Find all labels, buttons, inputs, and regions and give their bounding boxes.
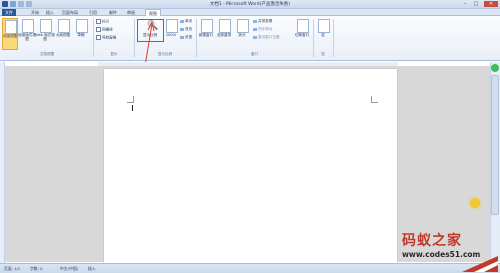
title-bar: 文档1 - Microsoft Word(产品激活失败) – □ ✕ — [0, 0, 500, 9]
outline-icon — [58, 19, 70, 33]
word-count[interactable]: 字数: 0 — [30, 266, 43, 272]
web-icon — [40, 19, 52, 33]
synchronous-scrolling-button[interactable]: 同步滚动 — [253, 27, 272, 32]
macros-icon — [318, 19, 330, 33]
close-button[interactable]: ✕ — [484, 1, 498, 7]
separator — [333, 19, 334, 57]
switch-windows-icon — [297, 19, 309, 33]
side-by-side-icon — [253, 19, 257, 23]
ruler-label: 标尺 — [102, 19, 110, 24]
web-layout-button[interactable]: Web 版式视图 — [35, 18, 55, 48]
navigation-pane-label: 导航窗格 — [102, 35, 117, 40]
insert-mode[interactable]: 插入 — [88, 266, 96, 272]
two-pages-button[interactable]: 双页 — [180, 27, 192, 32]
gridlines-checkbox[interactable]: 网格线 — [96, 27, 113, 32]
crop-mark-top-right — [371, 96, 378, 103]
one-page-label: 单页 — [185, 19, 193, 23]
checkbox-icon — [96, 35, 101, 40]
lightbulb-icon — [470, 198, 480, 208]
new-window-button[interactable]: 新建窗口 — [199, 18, 213, 48]
tab-insert[interactable]: 插入 — [45, 9, 55, 16]
navigation-pane-checkbox[interactable]: 导航窗格 — [96, 35, 116, 40]
reading-icon — [22, 19, 34, 33]
split-icon — [237, 19, 249, 33]
document-page[interactable] — [104, 69, 397, 264]
arrange-all-button[interactable]: 全部重排 — [217, 18, 231, 48]
split-button[interactable]: 拆分 — [235, 18, 249, 48]
draft-label: 草稿 — [77, 33, 85, 37]
reset-window-position-button[interactable]: 重设窗口位置 — [253, 35, 280, 40]
macros-label: 宏 — [321, 33, 325, 37]
arrange-all-icon — [219, 19, 231, 33]
draft-button[interactable]: 草稿 — [74, 18, 88, 48]
hundred-percent-icon — [166, 19, 178, 33]
two-pages-label: 双页 — [185, 27, 193, 31]
page-icon — [5, 20, 17, 34]
hundred-percent-button[interactable]: 100% — [164, 18, 178, 48]
window-title: 文档1 - Microsoft Word(产品激活失败) — [209, 2, 291, 7]
text-cursor — [132, 105, 133, 111]
full-screen-reading-label: 阅读版式视图 — [18, 33, 36, 41]
macros-button[interactable]: 宏 — [316, 18, 330, 48]
outline-label: 大纲视图 — [55, 33, 71, 37]
tab-file[interactable]: 文件 — [2, 9, 16, 16]
crop-mark-top-left — [127, 96, 134, 103]
outline-button[interactable]: 大纲视图 — [56, 18, 70, 48]
view-side-by-side-label: 并排查看 — [258, 19, 273, 23]
language[interactable]: 中文(中国) — [60, 266, 78, 272]
group-label-macros: 宏 — [321, 52, 325, 56]
page-width-label: 页宽 — [185, 35, 193, 39]
hundred-percent-label: 100% — [165, 33, 177, 37]
gridlines-label: 网格线 — [102, 27, 113, 32]
ribbon: 页面视图 阅读版式视图 Web 版式视图 大纲视图 草稿 文档视图 标尺 网格线… — [0, 16, 500, 61]
ruler-checkbox[interactable]: 标尺 — [96, 19, 109, 24]
synchronous-scrolling-label: 同步滚动 — [258, 27, 273, 31]
watermark-logo-icon — [462, 256, 498, 272]
checkbox-icon — [96, 27, 101, 32]
page-width-button[interactable]: 页宽 — [180, 35, 192, 40]
print-layout-button[interactable]: 页面视图 — [2, 18, 18, 50]
two-pages-icon — [180, 27, 184, 31]
view-side-by-side-button[interactable]: 并排查看 — [253, 19, 272, 24]
group-label-window: 窗口 — [250, 52, 259, 56]
tab-page-layout[interactable]: 页面布局 — [60, 9, 80, 16]
draft-icon — [76, 19, 88, 33]
reset-window-icon — [253, 35, 257, 39]
split-label: 拆分 — [238, 33, 246, 37]
arrange-all-label: 全部重排 — [216, 33, 232, 37]
watermark-title: 码蚁之家 — [402, 233, 462, 249]
reset-window-position-label: 重设窗口位置 — [258, 35, 280, 39]
checkbox-icon — [96, 19, 101, 24]
full-screen-reading-button[interactable]: 阅读版式视图 — [18, 18, 36, 48]
group-label-views: 文档视图 — [39, 52, 55, 56]
tab-references[interactable]: 引用 — [88, 9, 98, 16]
switch-windows-button[interactable]: 切换窗口 — [295, 18, 309, 48]
one-page-icon — [180, 19, 184, 23]
tab-home[interactable]: 开始 — [30, 9, 40, 16]
new-window-icon — [201, 19, 213, 33]
one-page-button[interactable]: 单页 — [180, 19, 192, 24]
ribbon-tabs: 文件 开始 插入 页面布局 引用 邮件 审阅 视图 — [0, 9, 500, 18]
page-width-icon — [180, 35, 184, 39]
sync-scroll-icon — [253, 27, 257, 31]
switch-windows-label: 切换窗口 — [294, 33, 310, 37]
scrollbar-thumb[interactable] — [491, 75, 499, 215]
maximize-button[interactable]: □ — [471, 1, 481, 7]
watermark: 码蚁之家 www.codes51.com — [380, 228, 498, 272]
minimize-button[interactable]: – — [460, 1, 470, 7]
page-count[interactable]: 页面: 1/1 — [4, 266, 20, 272]
web-layout-label: Web 版式视图 — [35, 33, 55, 41]
tab-review[interactable]: 审阅 — [126, 9, 136, 16]
tab-mailings[interactable]: 邮件 — [108, 9, 118, 16]
new-window-label: 新建窗口 — [198, 33, 214, 37]
browse-object-icon[interactable] — [491, 64, 499, 72]
